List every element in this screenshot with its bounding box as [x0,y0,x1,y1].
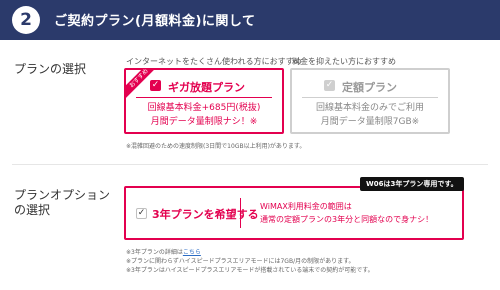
three-year-plan-label[interactable]: 3年プランを希望する [152,206,259,222]
section-header: 2 ご契約プラン(月額料金)に関して [0,0,500,40]
speed-limit-note: ※混雑回避のための速度制限(3日間で10GB以上利用)があります。 [126,143,306,150]
three-year-plan-desc-line1: WiMAX利用料金の範囲は [260,202,352,211]
three-year-plan-desc-line2: 通常の定額プランの3年分と同額なので身ナシ！ [260,215,434,224]
three-year-plan-option-card[interactable]: ✓ 3年プランを希望する WiMAX利用料金の範囲は 通常の定額プランの3年分と… [124,186,464,240]
plan-option-label-line2: の選択 [14,203,51,217]
option-divider [240,198,241,228]
giga-plan-card[interactable]: おすすめ ✓ ギガ放題プラン 回線基本料金+685円(税抜) 月間データ量制限ナ… [124,68,284,134]
teigaku-plan-price: 回線基本料金のみでご利用 [315,103,424,113]
three-year-plan-checkbox[interactable]: ✓ [136,208,147,219]
section-title: ご契約プラン(月額料金)に関して [54,14,256,29]
w06-notice-badge: W06は3年プラン専用です。 [360,177,464,191]
check-icon: ✓ [324,80,335,91]
teigaku-plan-limit: 月間データ量制限7GB※ [320,117,420,127]
teigaku-plan-card[interactable]: ✓ 定額プラン 回線基本料金のみでご利用 月間データ量制限7GB※ [290,68,450,134]
high-speed-plus-area-note: ※プランに関わらずハイスピードプラスエリアモードには7GB/月の制限があります。 [126,258,355,265]
three-year-detail-note: ※3年プランの詳細はこちら [126,249,201,256]
step-number-badge: 2 [12,6,40,34]
teigaku-plan-name: 定額プラン [342,81,397,94]
check-icon: ✓ [150,80,161,91]
teigaku-plan-caption: 料金を抑えたい方におすすめ [292,57,396,66]
device-compatibility-note: ※3年プランはハイスピードプラスエリアモードが搭載されている端末での契約が可能で… [126,267,374,274]
card-divider [136,97,272,98]
plan-selection-label: プランの選択 [14,62,87,76]
giga-plan-price: 回線基本料金+685円(税抜) [147,103,261,113]
card-divider [302,97,438,98]
giga-plan-caption: インターネットをたくさん使われる方におすすめ [126,57,302,66]
details-link[interactable]: こちら [183,249,201,256]
giga-plan-name: ギガ放題プラン [168,81,245,94]
section-divider [12,164,488,165]
giga-plan-limit: 月間データ量制限ナシ！※ [150,117,258,127]
